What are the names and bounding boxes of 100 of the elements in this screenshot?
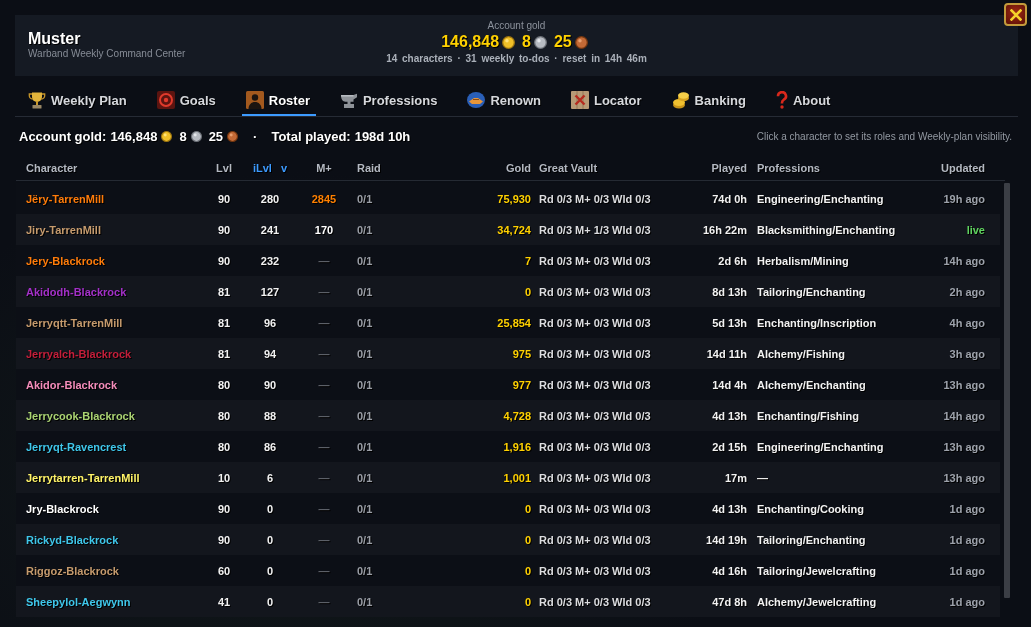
table-cell: 1d ago xyxy=(949,502,985,515)
played-total: 198d 10h xyxy=(354,129,411,144)
column-header[interactable]: Updated xyxy=(941,162,985,174)
coin-icon xyxy=(502,35,516,49)
tab[interactable]: Locator xyxy=(566,86,648,116)
table-cell: 0/1 xyxy=(357,254,373,267)
help-icon xyxy=(775,91,788,109)
table-cell: 14d 4h xyxy=(712,378,747,391)
table-cell: 7 xyxy=(524,254,531,267)
table-cell: 86 xyxy=(263,440,277,453)
table-cell: Rd 0/3 M+ 0/3 Wld 0/3 xyxy=(539,254,651,267)
table-cell: live xyxy=(966,223,985,236)
coins-icon xyxy=(671,91,690,109)
character-name[interactable]: Jerrytarren-TarrenMill xyxy=(26,471,140,484)
column-header[interactable]: Great Vault xyxy=(539,162,598,174)
table-cell: 94 xyxy=(263,347,277,360)
character-name[interactable]: Akidor-Blackrock xyxy=(26,378,118,391)
table-cell: 90 xyxy=(217,223,231,236)
character-name[interactable]: Jerryqt-Ravencrest xyxy=(26,440,127,453)
table-cell: 90 xyxy=(217,533,231,546)
character-name[interactable]: Jery-Blackrock xyxy=(26,254,105,267)
close-button[interactable] xyxy=(1004,3,1027,26)
column-header[interactable]: Professions xyxy=(757,162,820,174)
map-icon xyxy=(570,91,589,109)
table-cell: Enchanting/Fishing xyxy=(757,409,860,422)
tab[interactable]: Professions xyxy=(335,86,444,116)
summary-label: Account gold: xyxy=(19,129,107,144)
character-name[interactable]: Riggoz-Blackrock xyxy=(26,564,119,577)
table-cell: 90 xyxy=(263,378,277,391)
column-header[interactable]: Character xyxy=(26,162,78,174)
table-cell: 4,728 xyxy=(503,409,531,422)
coin-icon xyxy=(533,35,547,49)
character-name[interactable]: Jiry-TarrenMill xyxy=(26,223,101,236)
column-header[interactable]: Lvl xyxy=(216,162,232,174)
table-cell: Engineering/Enchanting xyxy=(757,440,884,453)
table-cell: 1d ago xyxy=(949,564,985,577)
table-cell: Rd 0/3 M+ 0/3 Wld 0/3 xyxy=(539,192,651,205)
column-header[interactable]: Gold xyxy=(505,162,531,174)
table-cell: 90 xyxy=(217,254,231,267)
table-cell: 88 xyxy=(263,409,277,422)
hint-text: Click a character to set its roles and Weekly-plan visibility. xyxy=(756,131,1012,142)
scrollbar-thumb[interactable] xyxy=(1004,183,1010,598)
table-cell: 74d 0h xyxy=(712,192,747,205)
table-cell: 16h 22m xyxy=(702,223,747,236)
table-cell: 81 xyxy=(217,347,231,360)
table-cell: 977 xyxy=(512,378,531,391)
currency-amount: 8 xyxy=(179,129,187,144)
table-cell: 280 xyxy=(260,192,280,205)
stats-line: 14 characters · 31 weekly to-dos · reset in 14h 46m xyxy=(386,52,647,65)
character-name[interactable]: Jerrycook-Blackrock xyxy=(26,409,135,422)
table-cell: — xyxy=(318,254,330,267)
close-icon xyxy=(1009,8,1022,21)
table-row[interactable]: Jerryalch-Blackrock 81 94 — 0/1 975 Rd 0/3 M+ 0/3 Wld 0/3 14d 11h Alchemy/Fishing 3h ago xyxy=(16,338,1000,369)
table-cell: 17m xyxy=(724,471,747,484)
table-cell: 0 xyxy=(524,285,531,298)
table-cell: Tailoring/Enchanting xyxy=(757,533,866,546)
character-name[interactable]: Rickyd-Blackrock xyxy=(26,533,119,546)
table-cell: 0/1 xyxy=(357,409,373,422)
column-header[interactable]: iLvl v xyxy=(252,162,288,174)
table-cell: — xyxy=(318,502,330,515)
table-cell: 0/1 xyxy=(357,533,373,546)
table-cell: Rd 0/3 M+ 0/3 Wld 0/3 xyxy=(539,595,651,608)
character-name[interactable]: Jry-Blackrock xyxy=(26,502,99,515)
table-row[interactable]: Jiry-TarrenMill 90 241 170 0/1 34,724 Rd 0/3 M+ 1/3 Wld 0/3 16h 22m Blacksmithing/Enchanting live xyxy=(16,214,1000,245)
table-cell: 2h ago xyxy=(949,285,985,298)
table-cell: 10 xyxy=(217,471,231,484)
column-header[interactable]: M+ xyxy=(316,162,332,174)
tab[interactable]: Weekly Plan xyxy=(24,86,133,116)
tab[interactable]: Roster xyxy=(241,86,316,116)
table-cell: 47d 8h xyxy=(712,595,747,608)
table-cell: Enchanting/Inscription xyxy=(757,316,877,329)
character-name[interactable]: Sheepylol-Aegwynn xyxy=(26,595,131,608)
table-cell: 0 xyxy=(266,502,274,515)
tab[interactable]: Banking xyxy=(667,86,752,116)
tab[interactable]: Renown xyxy=(463,86,547,116)
table-cell: 8d 13h xyxy=(712,285,747,298)
table-cell: 5d 13h xyxy=(712,316,747,329)
character-name[interactable]: Jëry-TarrenMill xyxy=(26,192,105,205)
tab[interactable]: About xyxy=(771,86,837,116)
table-cell: 0/1 xyxy=(357,502,373,515)
table-cell: — xyxy=(318,316,330,329)
table-cell: 14h ago xyxy=(943,254,985,267)
table-cell: 75,930 xyxy=(497,192,531,205)
table-cell: 1,001 xyxy=(503,471,531,484)
balance-label: Account gold xyxy=(487,20,546,32)
currency-amount: 25 xyxy=(208,129,224,144)
table-cell: Tailoring/Enchanting xyxy=(757,285,866,298)
table-row[interactable]: Jerrytarren-TarrenMill 10 6 — 0/1 1,001 Rd 0/3 M+ 0/3 Wld 0/3 17m — 13h ago xyxy=(16,462,1000,493)
table-row[interactable]: Sheepylol-Aegwynn 41 0 — 0/1 0 Rd 0/3 M+ 0/3 Wld 0/3 47d 8h Alchemy/Jewelcrafting 1d ago xyxy=(16,586,1000,617)
tab[interactable]: Goals xyxy=(152,86,222,116)
table-cell: 0/1 xyxy=(357,440,373,453)
table-row[interactable]: Jerrycook-Blackrock 80 88 — 0/1 4,728 Rd 0/3 M+ 0/3 Wld 0/3 4d 13h Enchanting/Fishing 14h ago xyxy=(16,400,1000,431)
column-header[interactable]: Raid xyxy=(357,162,381,174)
table-cell: 4d 16h xyxy=(712,564,747,577)
column-header[interactable]: Played xyxy=(711,162,747,174)
table-row[interactable]: Rickyd-Blackrock 90 0 — 0/1 0 Rd 0/3 M+ 0/3 Wld 0/3 14d 19h Tailoring/Enchanting 1d ago xyxy=(16,524,1000,555)
table-cell: Alchemy/Fishing xyxy=(757,347,846,360)
character-name[interactable]: Jerryqtt-TarrenMill xyxy=(26,316,123,329)
currency-amount: 25 xyxy=(553,33,572,51)
table-row[interactable]: Akidodh-Blackrock 81 127 — 0/1 0 Rd 0/3 M+ 0/3 Wld 0/3 8d 13h Tailoring/Enchanting 2h ago xyxy=(16,276,1000,307)
